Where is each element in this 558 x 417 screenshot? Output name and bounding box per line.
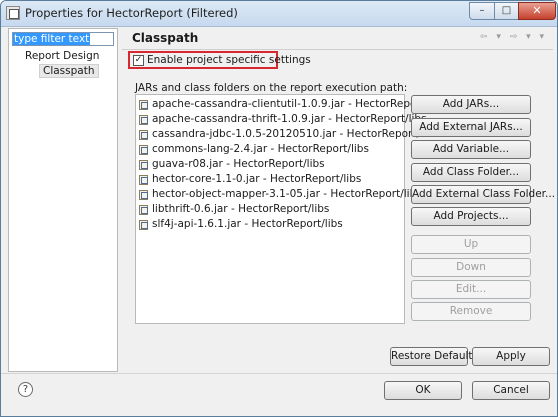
footer-divider [1,373,557,374]
app-icon [6,6,20,20]
jar-icon [139,115,148,125]
enable-project-settings-label: Enable project specific settings [147,54,311,66]
enable-project-settings-highlight[interactable]: ✓ Enable project specific settings [128,51,311,69]
close-button[interactable]: ✕ [518,2,556,20]
jar-item[interactable]: cassandra-jdbc-1.0.5-20120510.jar - Hect… [139,128,438,142]
add-variable-button[interactable]: Add Variable... [411,140,531,159]
title-bar[interactable]: Properties for HectorReport (Filtered) –… [1,1,557,27]
jar-icon [139,100,148,110]
jar-item[interactable]: hector-core-1.1-0.jar - HectorReport/lib… [139,173,361,187]
jar-icon [139,220,148,230]
history-arrows-icon[interactable]: ⇦ ▾ ⇨ ▾ ▾ [480,32,547,42]
page-title: Classpath [132,31,199,45]
jar-item[interactable]: hector-object-mapper-3.1-05.jar - Hector… [139,188,422,202]
jar-item[interactable]: apache-cassandra-clientutil-1.0.9.jar - … [139,98,446,112]
maximize-button[interactable]: □ [494,2,519,20]
down-button[interactable]: Down [411,258,531,277]
jar-icon [139,160,148,170]
remove-button[interactable]: Remove [411,302,531,321]
jar-item[interactable]: slf4j-api-1.6.1.jar - HectorReport/libs [139,218,343,232]
restore-defaults-button[interactable]: Restore Defaults [390,347,478,366]
jars-list-label: JARs and class folders on the report exe… [135,82,408,94]
jar-icon [139,205,148,215]
jar-icon [139,145,148,155]
edit-button[interactable]: Edit... [411,280,531,299]
jar-list[interactable]: apache-cassandra-clientutil-1.0.9.jar - … [135,94,446,324]
minimize-button[interactable]: – [469,2,495,20]
add-external-jars-button[interactable]: Add External JARs... [411,118,531,137]
window-title: Properties for HectorReport (Filtered) [25,6,238,20]
up-button[interactable]: Up [411,235,531,254]
jar-item[interactable]: guava-r08.jar - HectorReport/libs [139,158,325,172]
jar-icon [139,190,148,200]
jar-item[interactable]: apache-cassandra-thrift-1.0.9.jar - Hect… [139,113,427,127]
page-header: Classpath ⇦ ▾ ⇨ ▾ ▾ [122,28,553,48]
add-projects-button[interactable]: Add Projects... [411,207,531,226]
jar-item[interactable]: commons-lang-2.4.jar - HectorReport/libs [139,143,369,157]
jar-icon [139,175,148,185]
tree-item-classpath[interactable]: Classpath [39,64,99,78]
help-icon[interactable]: ? [18,382,33,397]
ok-button[interactable]: OK [384,381,462,400]
filter-placeholder-text: type filter text [13,33,91,45]
tree-item-report-design[interactable]: Report Design [25,50,99,62]
header-divider [122,49,553,50]
properties-dialog: Properties for HectorReport (Filtered) –… [0,0,558,417]
apply-button[interactable]: Apply [472,347,550,366]
add-external-class-folder-button[interactable]: Add External Class Folder... [411,185,555,204]
preference-tree: type filter text Report Design Classpath [8,28,118,372]
jar-item[interactable]: libthrift-0.6.jar - HectorReport/libs [139,203,329,217]
filter-input[interactable]: type filter text [12,32,114,46]
jar-icon [139,130,148,140]
enable-project-settings-checkbox[interactable]: ✓ [133,55,144,66]
add-class-folder-button[interactable]: Add Class Folder... [411,163,531,182]
add-jars-button[interactable]: Add JARs... [411,95,531,114]
cancel-button[interactable]: Cancel [472,381,550,400]
